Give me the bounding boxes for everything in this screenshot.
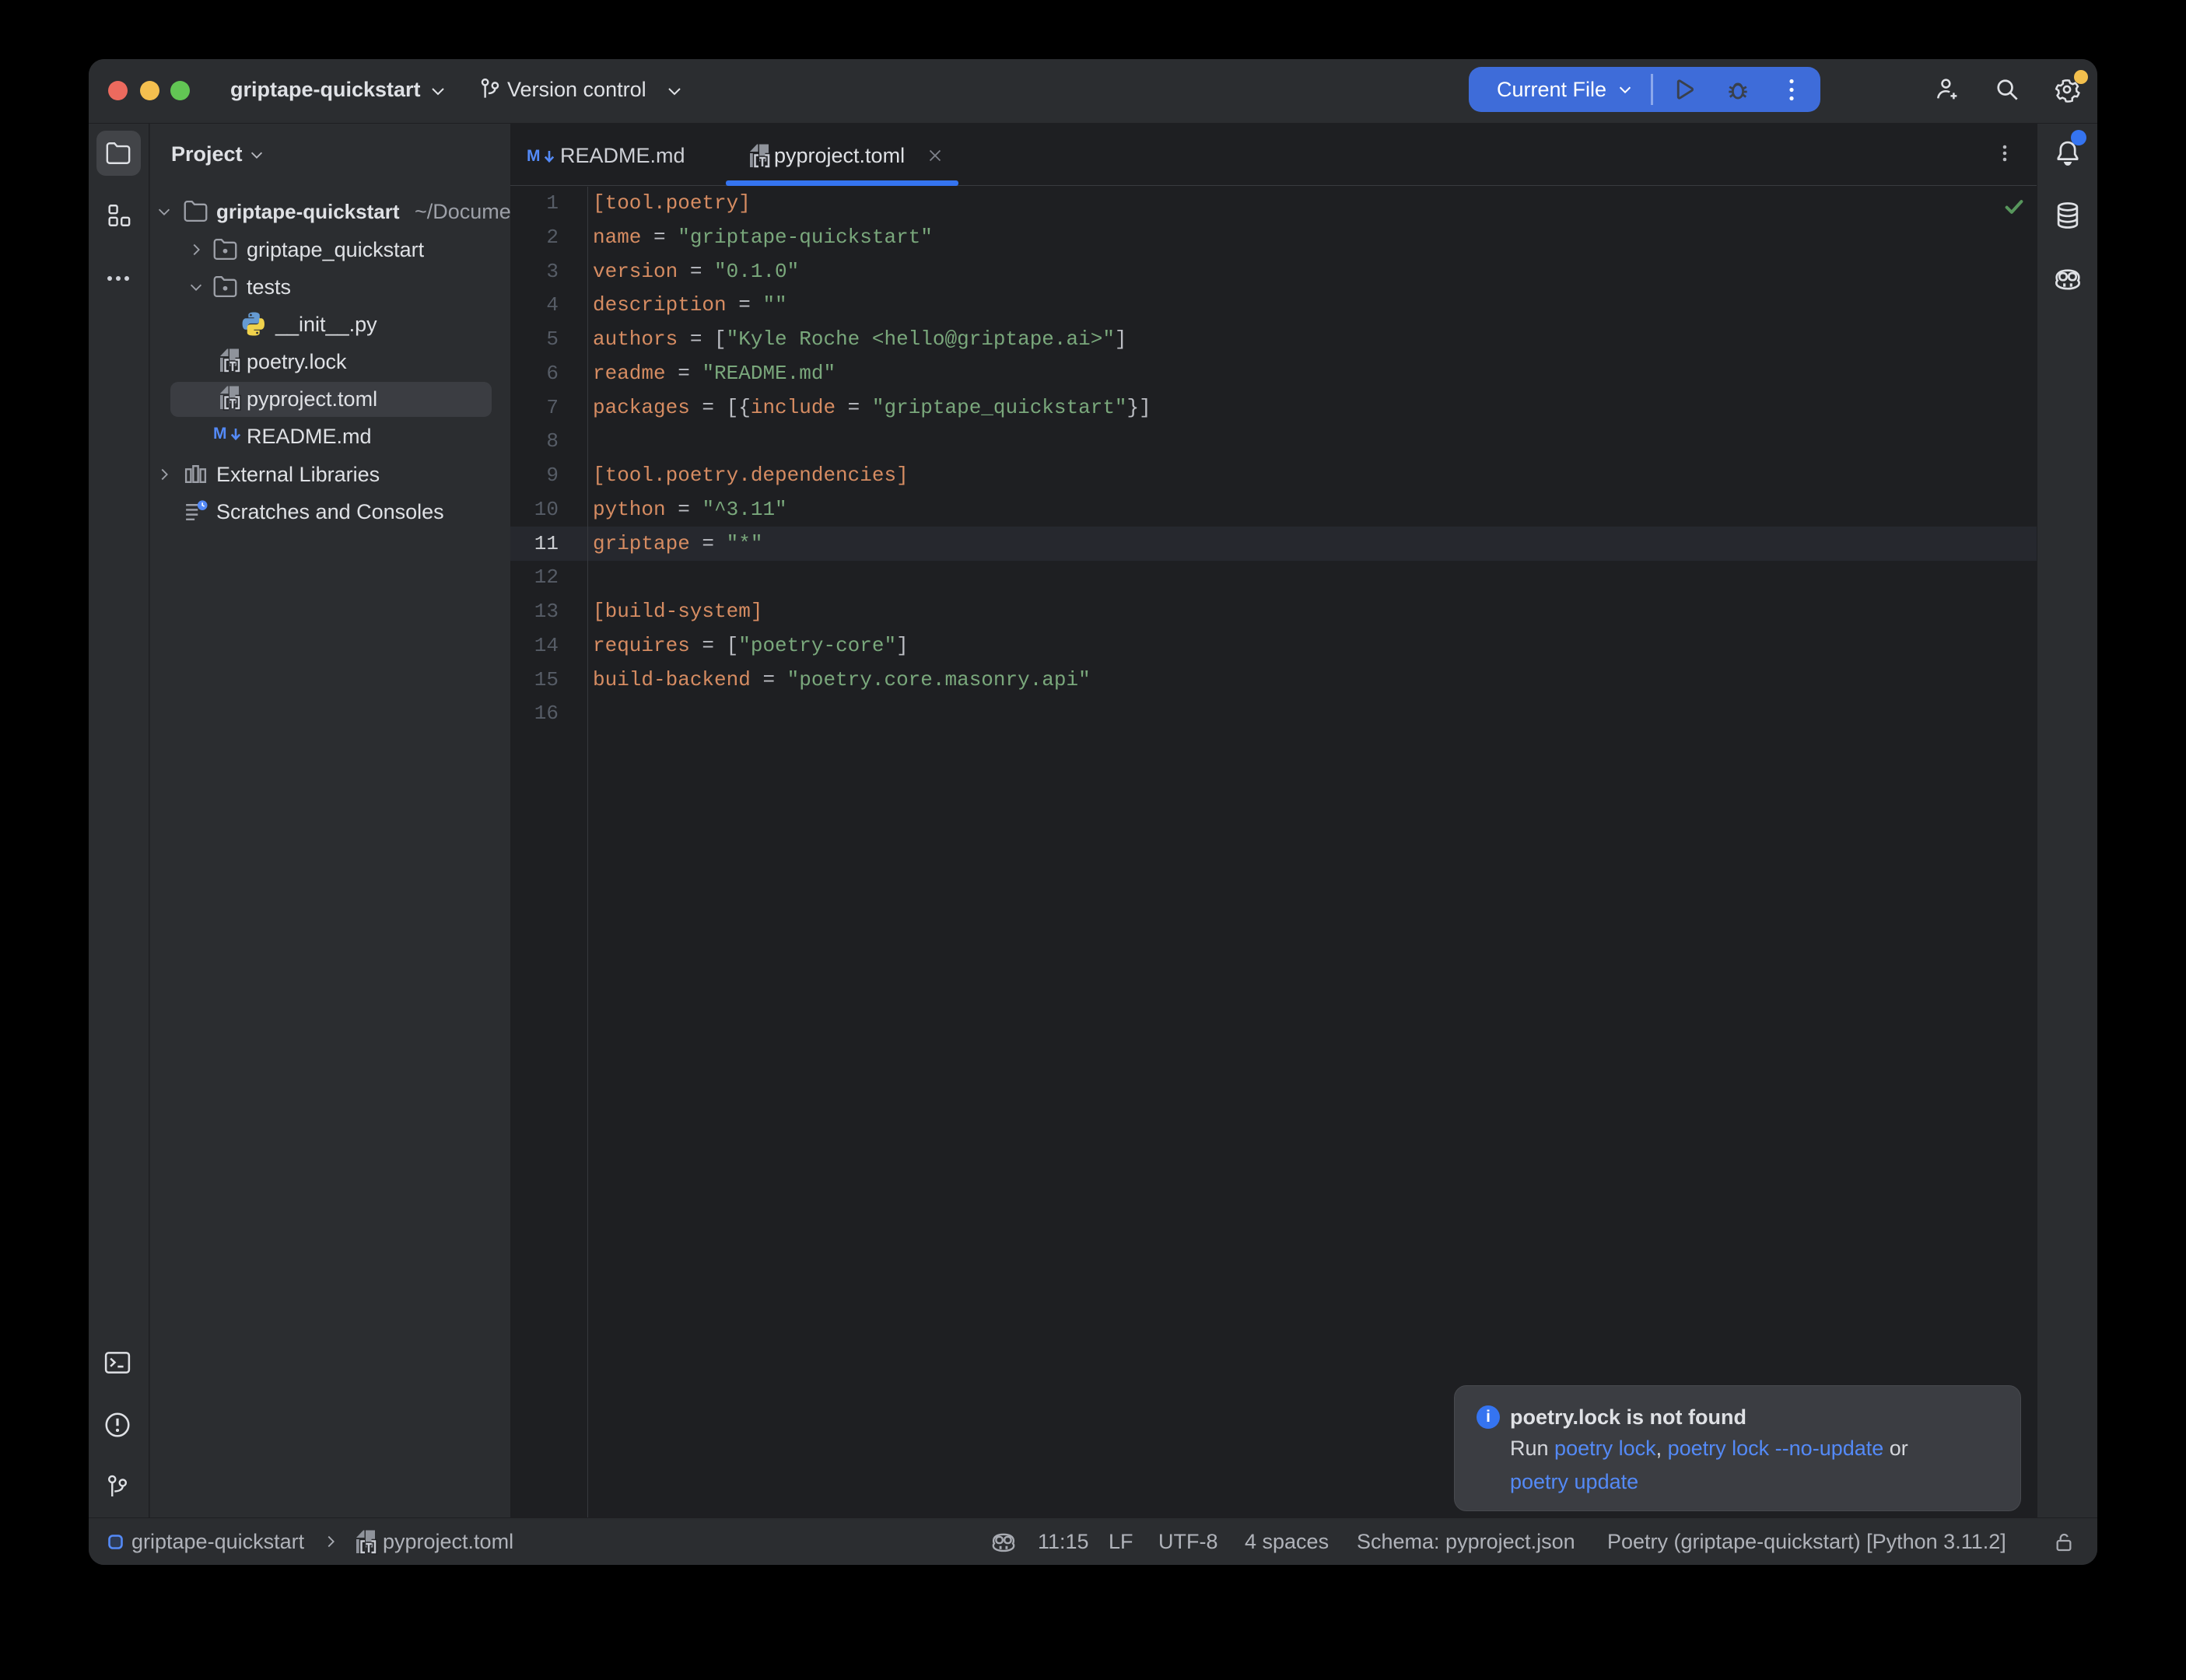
svg-text:M: M xyxy=(527,147,541,165)
svg-text:M: M xyxy=(213,425,227,443)
